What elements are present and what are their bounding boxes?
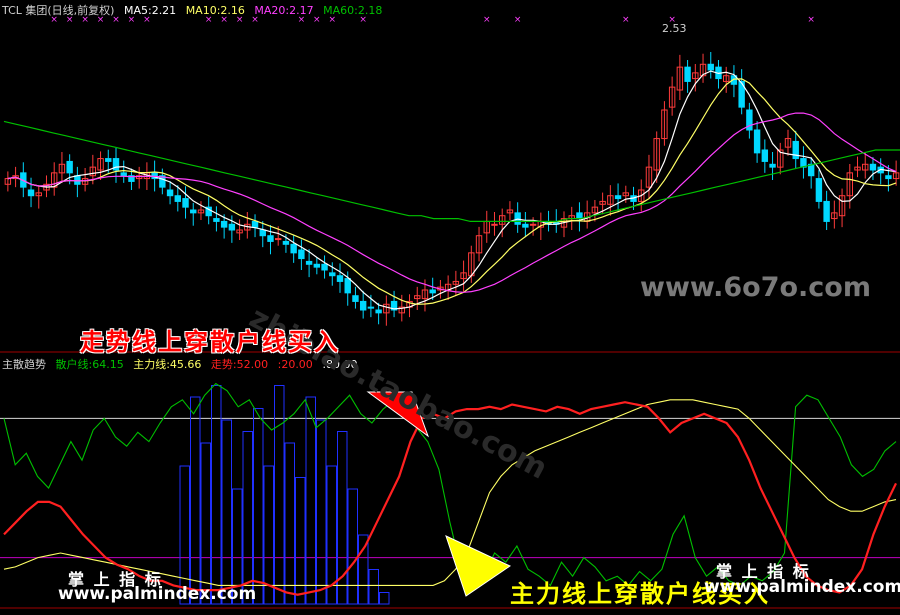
ma20-label: MA20:2.17 (254, 4, 314, 17)
buy-marker: × (807, 15, 815, 25)
candle-body (522, 223, 529, 228)
candle-body (190, 209, 197, 214)
candle-body (27, 189, 35, 197)
candle-body (614, 195, 622, 200)
volume-bar (200, 442, 211, 605)
candle-body (182, 198, 189, 208)
buy-marker: × (622, 15, 630, 25)
candle-body (213, 218, 220, 222)
buy-marker: × (514, 15, 522, 25)
ma10-line (7, 78, 897, 305)
candle-body (761, 149, 769, 162)
candle-body (282, 240, 290, 245)
candle-body (66, 160, 73, 174)
ma60-label: MA60:2.18 (323, 4, 383, 17)
candle-body (869, 163, 877, 171)
candle-body (429, 289, 436, 294)
volume-bar (242, 431, 253, 605)
candle-body (344, 278, 351, 294)
volume-bar (379, 592, 390, 605)
candle-body (321, 263, 328, 271)
candle-body (576, 212, 583, 220)
volume-bar (284, 442, 295, 605)
candle-body (823, 200, 830, 222)
chart-canvas: × × × × × × × × × × × × × × × × × × × × (0, 15, 900, 609)
candle-body (166, 189, 174, 197)
candle-body (120, 172, 127, 177)
candle-body (275, 238, 282, 241)
watermark-palmindex-right: www.palmindex.com (704, 577, 900, 597)
candle-body (174, 195, 181, 202)
yellow-arrow (445, 535, 512, 597)
candle-body (352, 295, 359, 302)
volume-bar (347, 488, 358, 605)
ma10-label: MA10:2.16 (185, 4, 245, 17)
candle-body (298, 249, 305, 260)
top-legend: TCL 集团(日线,前复权) MA5:2.21 MA10:2.16 MA20:2… (2, 2, 388, 18)
candle-body (815, 178, 823, 202)
candle-body (228, 223, 236, 231)
buy-marker: × (483, 15, 491, 25)
candle-body (105, 158, 112, 162)
candle-body (375, 309, 382, 314)
candle-body (684, 66, 691, 82)
retail-line-label: 散户线:64.15 (55, 358, 124, 371)
candle-body (305, 260, 313, 265)
candle-body (769, 163, 776, 168)
candle-body (707, 63, 714, 71)
ma20-line (7, 112, 897, 293)
volume-bar (305, 396, 316, 605)
candle-body (367, 306, 375, 309)
trend-line-label: 走势:52.00 (210, 358, 269, 371)
main-line-label: 主力线:45.66 (133, 358, 202, 371)
candle-body (267, 235, 274, 242)
candle-body (313, 263, 321, 268)
signal-markers: × × × × × × × × × × × × × × × × × × × × (50, 15, 815, 597)
candle-body (290, 243, 297, 254)
candle-body (885, 175, 892, 180)
candle-body (336, 275, 344, 282)
candle-body (251, 220, 259, 228)
candle-body (491, 223, 498, 226)
candle-body (359, 300, 367, 311)
candle-body (259, 229, 266, 237)
watermark-palmindex-left: www.palmindex.com (58, 584, 257, 604)
volume-bar (316, 419, 327, 605)
chart-title: TCL 集团(日线,前复权) (2, 4, 115, 17)
candle-body (329, 272, 336, 277)
buy-signal-annotation: 走势线上穿散户线买入 (80, 328, 340, 356)
volume-bar (221, 419, 232, 605)
ma5-label: MA5:2.21 (123, 4, 177, 17)
candle-body (529, 223, 537, 226)
watermark-6o7o: www.6o7o.com (640, 272, 871, 303)
volume-bar (190, 396, 201, 605)
indicator-title: 主散趋势 (2, 358, 46, 371)
volume-bar (253, 408, 264, 605)
candle-body (220, 220, 228, 228)
candle-body (753, 129, 761, 154)
peak-price-label: 2.53 (662, 22, 687, 35)
candle-body (74, 175, 81, 185)
volume-bar (368, 569, 379, 605)
ma60-line (3, 120, 900, 222)
